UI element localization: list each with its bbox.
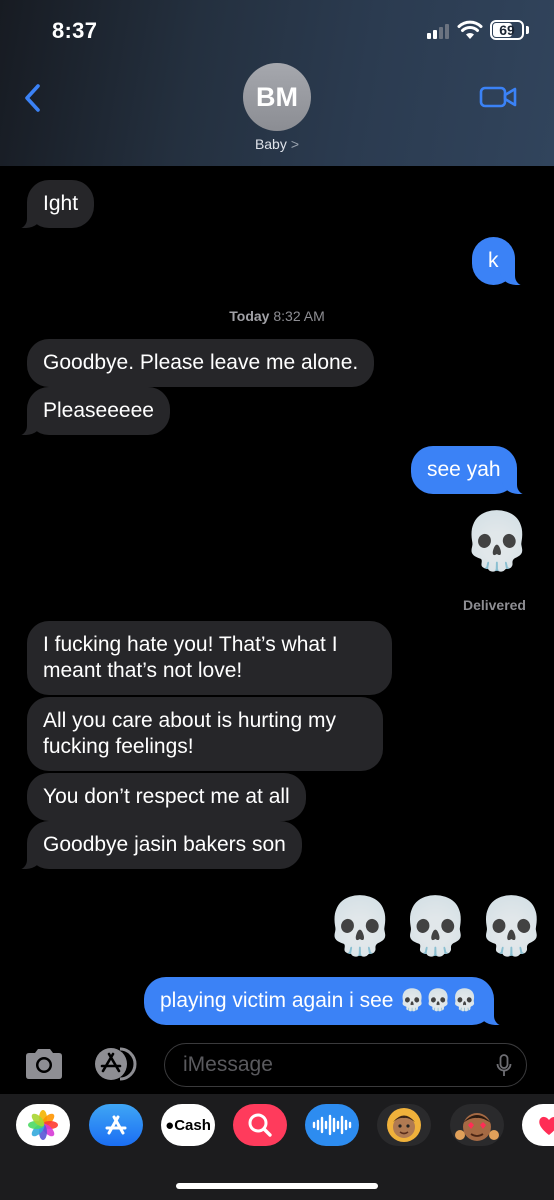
message-bubble-incoming[interactable]: All you care about is hurting my fucking… bbox=[27, 697, 383, 771]
message-text: All you care about is hurting my fucking… bbox=[43, 709, 336, 758]
apple-cash-icon: ●Cash bbox=[165, 1116, 211, 1134]
contact-name: Baby bbox=[254, 136, 287, 152]
microphone-icon[interactable] bbox=[496, 1054, 512, 1078]
message-bubble-incoming[interactable]: You don’t respect me at all bbox=[27, 773, 306, 821]
photos-icon bbox=[28, 1110, 58, 1140]
message-bubble-incoming[interactable]: Ight bbox=[14, 180, 95, 229]
message-text: Goodbye jasin bakers son bbox=[43, 833, 286, 856]
search-images-icon bbox=[248, 1113, 272, 1137]
app-store-icon bbox=[105, 1115, 127, 1135]
message-bubble-outgoing[interactable]: playing victim again i see 💀💀💀 bbox=[144, 977, 506, 1026]
chevron-right-icon: > bbox=[290, 136, 300, 152]
app-store-button[interactable] bbox=[92, 1045, 144, 1083]
message-bubble-outgoing[interactable]: k bbox=[472, 237, 526, 286]
message-text: Goodbye. Please leave me alone. bbox=[43, 351, 359, 374]
message-text: You don’t respect me at all bbox=[43, 785, 290, 808]
message-text: Pleaseeeee bbox=[43, 399, 154, 422]
imessage-input[interactable]: iMessage bbox=[164, 1043, 527, 1087]
battery-nub bbox=[526, 26, 529, 34]
contact-name-button[interactable]: Baby > bbox=[0, 136, 554, 152]
message-bubble-incoming[interactable]: Goodbye. Please leave me alone. bbox=[27, 339, 375, 387]
conversation-header: 8:37 69 BM Baby > bbox=[0, 0, 554, 166]
back-button[interactable] bbox=[16, 78, 48, 118]
message-timestamp: Today 8:32 AM bbox=[0, 308, 554, 324]
contact-avatar[interactable]: BM bbox=[243, 63, 311, 131]
video-camera-icon[interactable] bbox=[478, 82, 518, 112]
message-bubble-incoming[interactable]: I fucking hate you! That’s what I meant … bbox=[27, 621, 392, 695]
search-images-app[interactable] bbox=[233, 1104, 287, 1146]
photos-app[interactable] bbox=[16, 1104, 70, 1146]
imessage-placeholder: iMessage bbox=[183, 1053, 273, 1076]
wifi-icon bbox=[457, 20, 483, 39]
message-bubble-outgoing[interactable]: see yah bbox=[411, 446, 529, 495]
app-store-app[interactable] bbox=[89, 1104, 143, 1146]
status-time: 8:37 bbox=[52, 18, 98, 43]
audio-message-app[interactable] bbox=[305, 1104, 359, 1146]
digital-touch-app[interactable] bbox=[522, 1104, 554, 1146]
delivered-status: Delivered bbox=[462, 597, 526, 613]
timestamp-day: Today bbox=[229, 308, 270, 324]
app-store-icon bbox=[95, 1047, 137, 1081]
battery-icon: 69 bbox=[490, 20, 524, 40]
message-text: see yah bbox=[427, 458, 501, 481]
skull-emoji-message[interactable]: 💀 bbox=[462, 509, 532, 573]
cellular-signal-icon bbox=[427, 23, 449, 39]
memoji-app[interactable] bbox=[377, 1104, 431, 1146]
chevron-left-icon bbox=[25, 84, 40, 112]
camera-icon[interactable] bbox=[22, 1046, 66, 1082]
skull-emoji-message[interactable]: 💀💀💀 bbox=[325, 894, 552, 958]
apple-cash-label: Cash bbox=[174, 1116, 211, 1134]
memoji-stickers-icon bbox=[455, 1113, 499, 1141]
home-indicator[interactable] bbox=[176, 1183, 378, 1189]
apple-cash-app[interactable]: ●Cash bbox=[161, 1104, 215, 1146]
memoji-icon bbox=[387, 1108, 421, 1142]
message-text: Ight bbox=[43, 192, 79, 215]
message-bubble-incoming[interactable]: Pleaseeeee bbox=[15, 387, 170, 436]
message-text: playing victim again i see 💀💀💀 bbox=[160, 989, 478, 1012]
audio-message-icon bbox=[312, 1114, 352, 1136]
message-text: k bbox=[488, 249, 499, 272]
digital-touch-icon bbox=[539, 1116, 554, 1135]
message-text: I fucking hate you! That’s what I meant … bbox=[43, 633, 338, 682]
battery-percentage: 69 bbox=[499, 22, 515, 38]
message-bubble-incoming[interactable]: Goodbye jasin bakers son bbox=[15, 821, 302, 870]
memoji-stickers-app[interactable] bbox=[450, 1104, 504, 1146]
timestamp-time: 8:32 AM bbox=[273, 308, 325, 324]
